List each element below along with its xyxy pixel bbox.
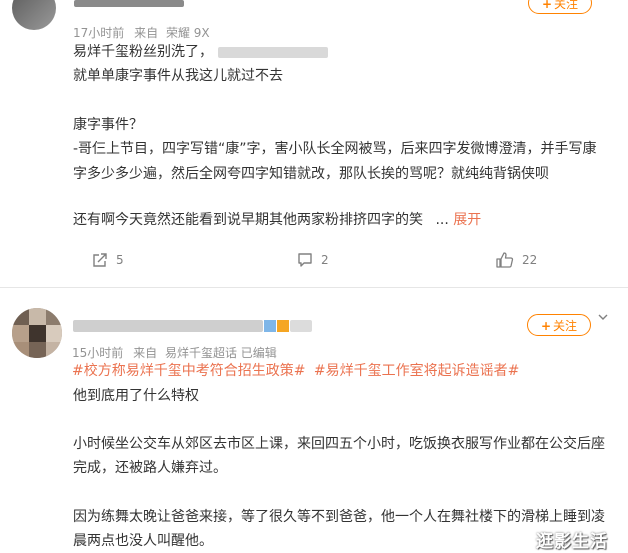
post-text-line: 易烊千玺粉丝别洗了， [73, 44, 213, 60]
avatar[interactable] [12, 0, 56, 30]
thumbs-up-icon [496, 252, 514, 268]
username-redacted[interactable] [74, 0, 184, 7]
post-text-line: 完成，还被路人嫌弃过。 [73, 460, 227, 476]
user-badge-icon [277, 320, 289, 332]
comment-icon [298, 253, 312, 267]
user-badge-icon [264, 320, 276, 332]
watermark: 逛影生活 [536, 532, 608, 552]
post-meta: 17小时前 来自 荣耀 9X [73, 24, 210, 41]
post-time: 15小时前 [72, 346, 124, 360]
divider [0, 287, 628, 288]
comment-post-1: + 关注 17小时前 来自 荣耀 9X 易烊千玺粉丝别洗了， 就单单康字事件从我这… [0, 0, 628, 290]
topic-tag[interactable]: #校方称易烊千玺中考符合招生政策# [72, 363, 305, 379]
avatar[interactable] [12, 308, 62, 358]
redacted-text [218, 47, 328, 58]
post-text-line: 字多少多少遍，然后全网夸四字知错就改，那队长挨的骂呢？就纯纯背锅侠呗 [73, 166, 549, 182]
post-source[interactable]: 易烊千玺超话 已编辑 [165, 346, 277, 360]
comment-count: 2 [321, 253, 329, 267]
post-text-line: 他到底用了什么特权 [73, 388, 199, 404]
expand-link[interactable]: 展开 [453, 212, 481, 228]
username-redacted[interactable] [73, 320, 263, 332]
comment-action[interactable]: 2 [297, 252, 329, 268]
comment-post-2: + 关注 15小时前 来自 易烊千玺超话 已编辑 #校方称易烊千玺中考符合招生政策… [0, 290, 628, 553]
post-source[interactable]: 荣耀 9X [166, 26, 210, 40]
share-action[interactable]: 5 [92, 252, 124, 268]
like-action[interactable]: 22 [496, 252, 537, 268]
topic-tag[interactable]: #易烊千玺工作室将起诉造谣者# [314, 363, 519, 379]
post-text-line: 因为练舞太晚让爸爸来接，等了很久等不到爸爸，他一个人在舞社楼下的滑梯上睡到凌 [73, 509, 605, 525]
source-prefix: 来自 [134, 26, 159, 40]
chevron-down-icon[interactable] [597, 308, 609, 320]
source-prefix: 来自 [133, 346, 158, 360]
post-text-line: 就单单康字事件从我这儿就过不去 [73, 68, 283, 84]
post-text-line: 小时候坐公交车从郊区去市区上课，来回四五个小时，吃饭换衣服写作业都在公交后座 [73, 436, 605, 452]
post-meta: 15小时前 来自 易烊千玺超话 已编辑 [72, 344, 277, 361]
avatar-image [12, 308, 62, 358]
post-text-line: 晨两点也没人叫醒他。 [73, 533, 213, 549]
topic-tags: #校方称易烊千玺中考符合招生政策# #易烊千玺工作室将起诉造谣者# [72, 361, 519, 381]
post-text-line-truncated: 还有啊今天竟然还能看到说早期其他两家粉排挤四字的笑 ... 展开 [73, 212, 482, 228]
share-icon [93, 253, 107, 267]
post-time: 17小时前 [73, 26, 125, 40]
follow-button[interactable]: + 关注 [528, 0, 592, 14]
follow-button[interactable]: + 关注 [527, 314, 591, 336]
ellipsis: ... [435, 212, 449, 228]
plus-icon: + [541, 0, 553, 11]
plus-icon: + [540, 319, 552, 333]
like-count: 22 [522, 253, 538, 267]
share-count: 5 [116, 253, 124, 267]
post-text-line: -哥仨上节目，四字写错“康”字，害小队长全网被骂，后来四字发微博澄清，并手写康 [73, 141, 597, 157]
post-text-line: 康字事件？ [73, 117, 143, 133]
badge-redacted [290, 320, 312, 332]
